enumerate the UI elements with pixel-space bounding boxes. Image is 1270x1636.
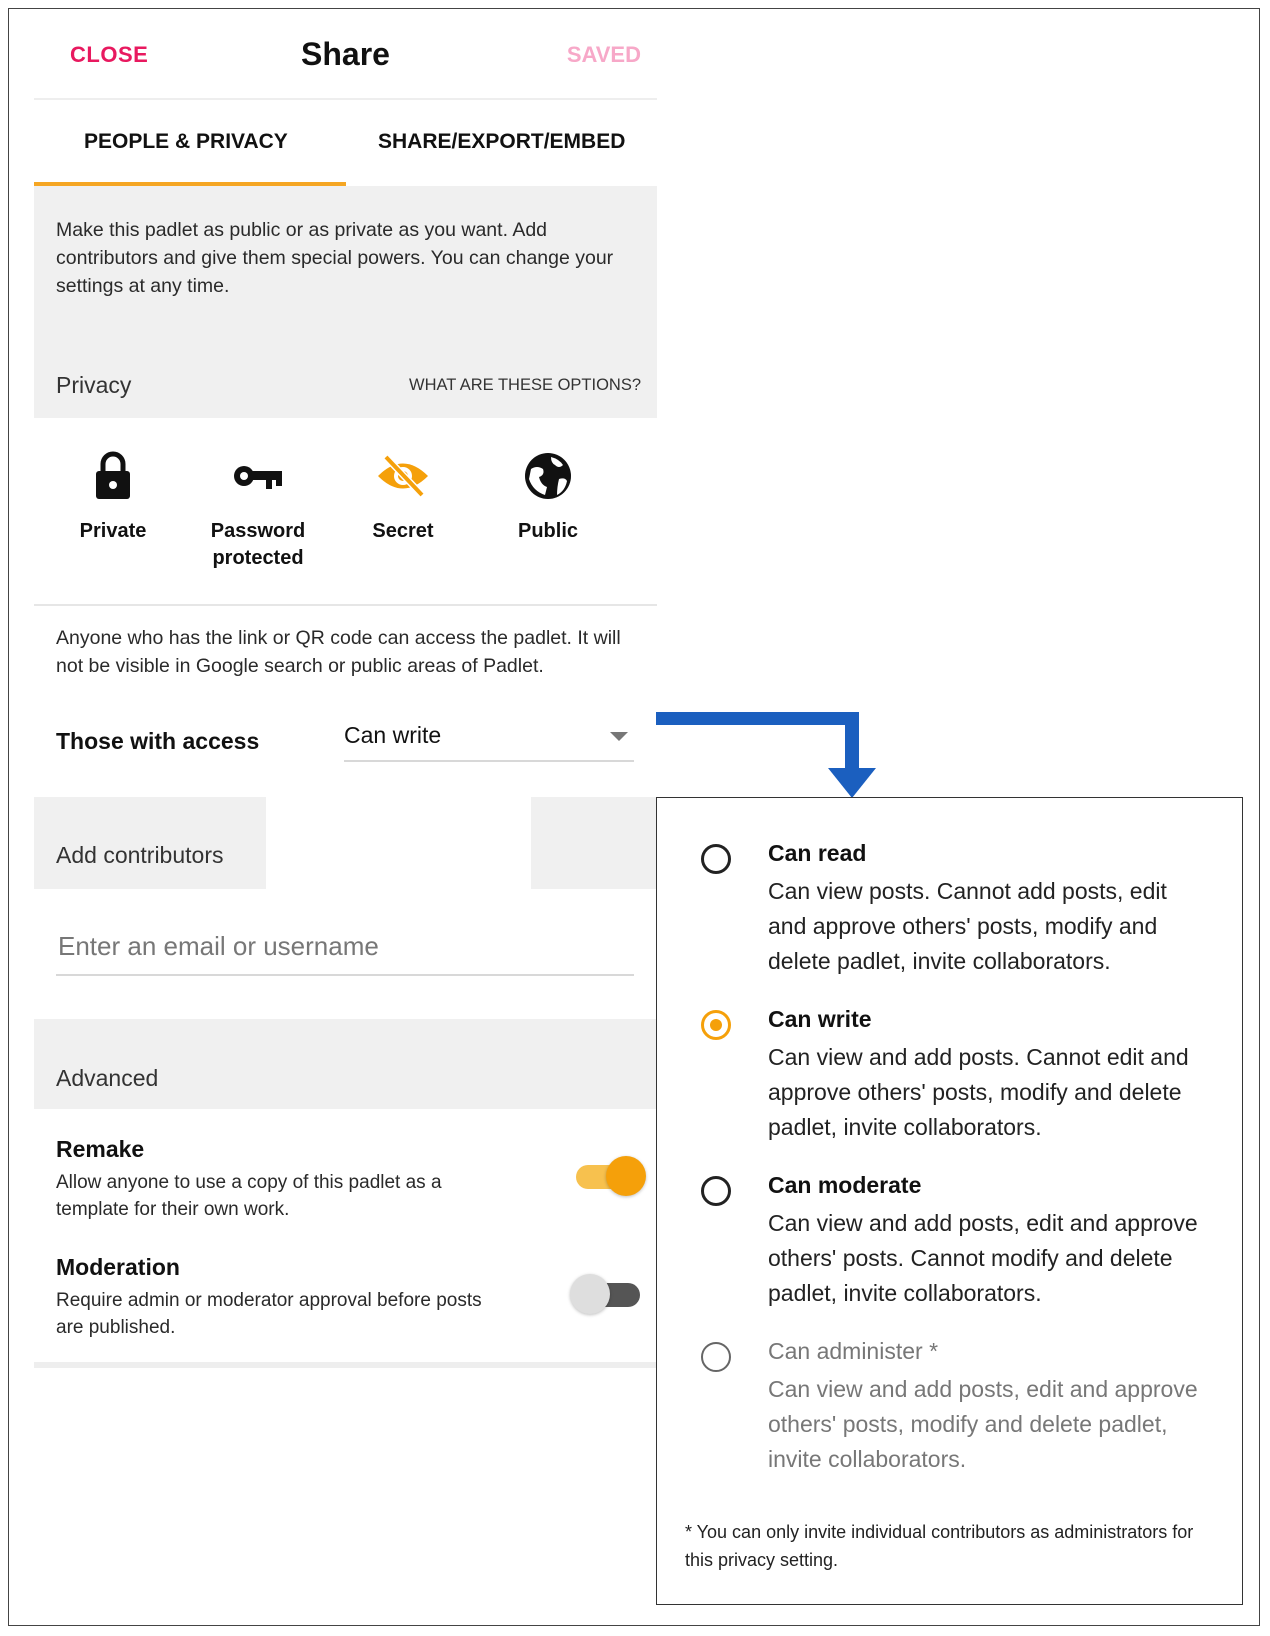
access-option-can-moderate[interactable]: Can moderate Can view and add posts, edi… — [657, 1164, 1244, 1324]
privacy-option-label: Password protected — [210, 520, 306, 569]
access-option-can-administer: Can administer * Can view and add posts,… — [657, 1330, 1244, 1490]
radio-button — [701, 844, 731, 874]
access-menu-footnote: * You can only invite individual contrib… — [685, 1522, 1194, 1570]
access-option-can-write[interactable]: Can write Can view and add posts. Cannot… — [657, 998, 1244, 1158]
access-level-dropdown[interactable]: Can write — [344, 708, 634, 762]
privacy-section-label: Privacy — [56, 372, 132, 398]
access-level-menu: Can read Can view posts. Cannot add post… — [656, 797, 1243, 1605]
privacy-option-label: Private — [79, 520, 147, 542]
remake-setting: Remake Allow anyone to use a copy of thi… — [56, 1136, 646, 1223]
tab-share-export-embed[interactable]: SHARE/EXPORT/EMBED — [378, 130, 625, 154]
panel-bottom-divider — [34, 1362, 657, 1368]
moderation-setting: Moderation Require admin or moderator ap… — [56, 1254, 646, 1341]
setting-description: Allow anyone to use a copy of this padle… — [56, 1172, 442, 1220]
setting-title: Moderation — [56, 1254, 180, 1280]
privacy-options: Private Password protected Secret Public — [34, 418, 657, 606]
access-option-title: Can moderate — [768, 1172, 922, 1198]
privacy-header: Make this padlet as public or as private… — [34, 186, 657, 418]
privacy-option-secret[interactable]: Secret — [328, 448, 478, 545]
privacy-option-private[interactable]: Private — [38, 448, 188, 545]
contributors-header-right — [531, 797, 657, 889]
access-option-description: Can view and add posts. Cannot edit and … — [768, 1044, 1189, 1140]
what-are-these-options-link[interactable]: WHAT ARE THESE OPTIONS? — [409, 376, 641, 395]
remake-toggle[interactable] — [570, 1156, 646, 1196]
key-icon — [183, 448, 333, 504]
access-option-title: Can read — [768, 840, 867, 866]
advanced-label: Advanced — [56, 1065, 159, 1091]
radio-button-disabled — [701, 1342, 731, 1372]
radio-button — [701, 1176, 731, 1206]
access-option-description: Can view and add posts, edit and approve… — [768, 1376, 1198, 1472]
access-option-description: Can view and add posts, edit and approve… — [768, 1210, 1198, 1306]
access-option-can-read[interactable]: Can read Can view posts. Cannot add post… — [657, 832, 1244, 992]
intro-text: Make this padlet as public or as private… — [56, 219, 614, 297]
toggle-knob — [606, 1156, 646, 1196]
privacy-option-password[interactable]: Password protected — [183, 448, 333, 572]
eye-slash-icon — [328, 448, 478, 504]
setting-description: Require admin or moderator approval befo… — [56, 1290, 482, 1338]
access-option-description: Can view posts. Cannot add posts, edit a… — [768, 878, 1167, 974]
dialog-title: Share — [301, 36, 390, 72]
radio-button-selected — [701, 1010, 731, 1040]
setting-title: Remake — [56, 1136, 145, 1162]
privacy-option-label: Secret — [372, 520, 434, 542]
toggle-knob — [570, 1274, 610, 1314]
access-label: Those with access — [56, 728, 260, 754]
advanced-header: Advanced — [34, 1019, 657, 1109]
saved-status: SAVED — [566, 42, 641, 67]
moderation-toggle[interactable] — [570, 1274, 646, 1314]
privacy-option-label: Public — [517, 520, 578, 542]
dropdown-caret-icon — [610, 732, 628, 741]
tab-bar: PEOPLE & PRIVACY SHARE/EXPORT/EMBED — [34, 98, 657, 186]
tab-people-privacy[interactable]: PEOPLE & PRIVACY — [84, 130, 288, 154]
access-level-value: Can write — [344, 722, 442, 748]
add-contributors-label: Add contributors — [56, 842, 224, 868]
top-bar: CLOSE Share SAVED — [34, 0, 657, 100]
privacy-option-public[interactable]: Public — [473, 448, 623, 545]
globe-icon — [473, 448, 623, 504]
lock-icon — [38, 448, 188, 504]
privacy-description: Anyone who has the link or QR code can a… — [56, 627, 621, 677]
access-option-title: Can administer * — [768, 1338, 939, 1364]
contributor-email-input[interactable] — [56, 918, 634, 976]
access-option-title: Can write — [768, 1006, 872, 1032]
